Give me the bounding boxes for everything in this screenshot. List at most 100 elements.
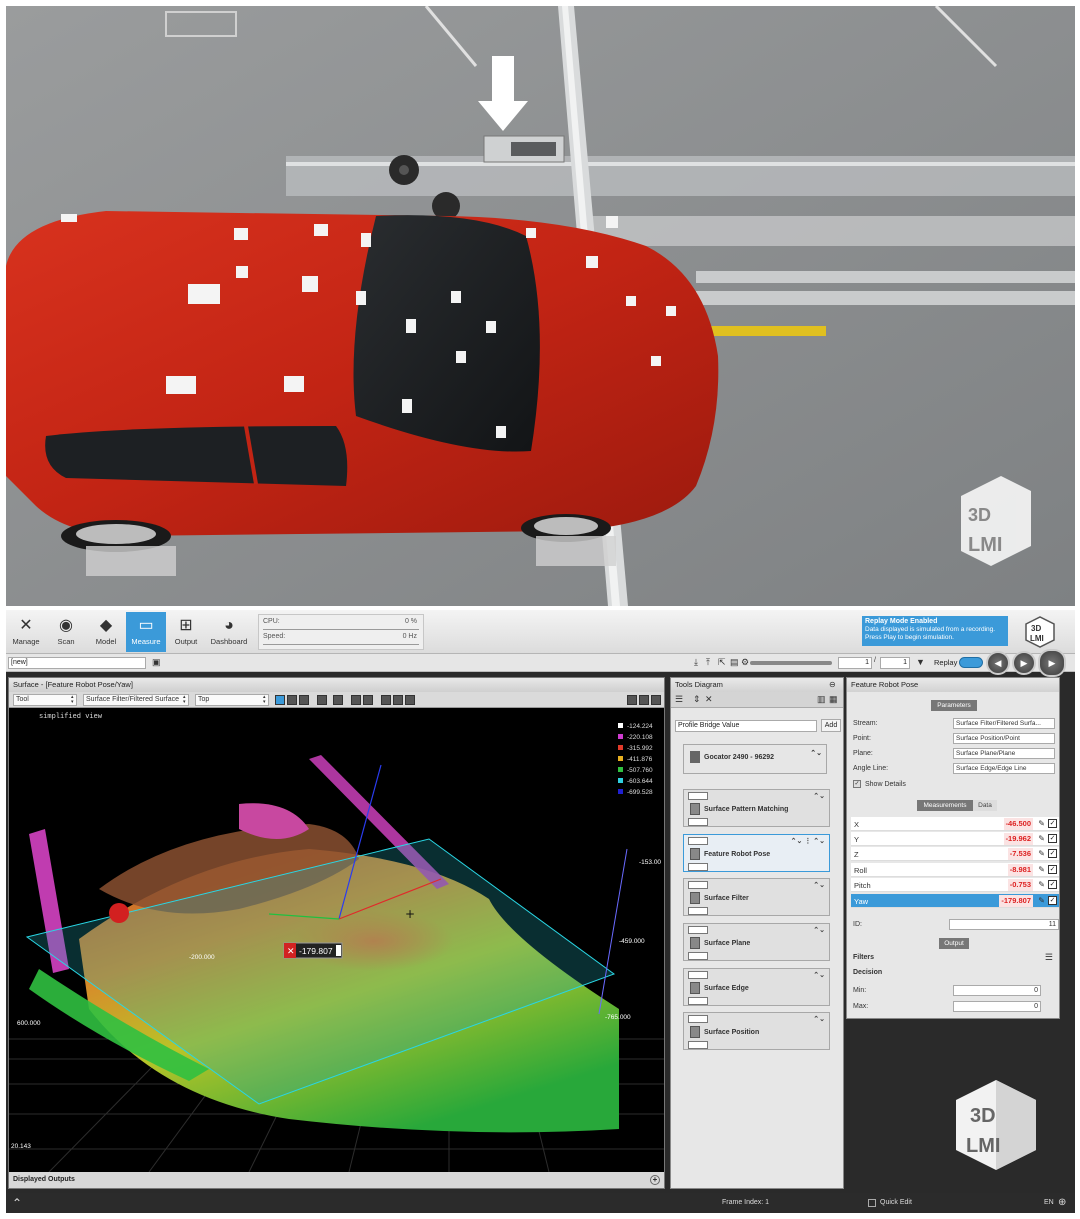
measurement-row-selected[interactable]: Yaw -179.807 ✎ ✓ [851, 894, 1059, 908]
view-dropdown[interactable]: Top [195, 694, 269, 706]
scan-icon: ◉ [59, 617, 73, 634]
filters-row: Filters ☰ [853, 952, 1053, 963]
export-icon[interactable]: ⇱ [718, 657, 726, 668]
min-field[interactable]: 0 [953, 985, 1041, 996]
quick-edit-checkbox[interactable] [868, 1199, 876, 1207]
collapse-all-icon[interactable]: ✕ [705, 694, 713, 705]
axis-label: -200.000 [189, 954, 215, 961]
add-tool-button[interactable]: Add [821, 719, 841, 732]
hand-icon[interactable] [381, 695, 391, 705]
nav-manage[interactable]: ✕ Manage [6, 612, 46, 652]
upload-icon[interactable]: ⤒ [706, 657, 710, 668]
nav-scan[interactable]: ◉ Scan [46, 612, 86, 652]
grid-icon[interactable] [351, 695, 361, 705]
add-output-button[interactable]: + [650, 1175, 660, 1185]
nav-dashboard[interactable]: ◕ Dashboard [206, 612, 252, 652]
expand-icon[interactable]: ⌃⌄ [813, 881, 825, 889]
snapshot-icon[interactable] [639, 695, 649, 705]
pin-icon[interactable]: ✎ [1038, 865, 1045, 874]
output-tab[interactable]: Output [939, 938, 969, 949]
pin-icon[interactable]: ✎ [1038, 834, 1045, 843]
pin-icon[interactable]: ✎ [1038, 849, 1045, 858]
reorder-icon[interactable]: ⌃⌄ ⋮ ⌃⌄ [791, 837, 825, 845]
rotate-icon[interactable] [363, 695, 373, 705]
nav-model[interactable]: ◆ Model [86, 612, 126, 652]
3d-view-icon[interactable] [333, 695, 343, 705]
fit-icon[interactable] [317, 695, 327, 705]
language-label[interactable]: EN [1044, 1199, 1054, 1206]
stream-dropdown[interactable]: Surface Filter/Filtered Surface [83, 694, 189, 706]
checkbox-icon[interactable]: ✓ [1048, 834, 1057, 843]
expand-icon[interactable]: ⌃⌄ [810, 749, 822, 757]
step-back-button[interactable]: ◀ [986, 651, 1010, 675]
expand-all-icon[interactable]: ⇕ [693, 694, 701, 705]
checkbox-icon[interactable]: ✓ [1048, 880, 1057, 889]
select-icon[interactable] [393, 695, 403, 705]
tool-node[interactable]: Surface Plane ⌃⌄ [683, 923, 830, 961]
checkbox-icon[interactable]: ✓ [1048, 849, 1057, 858]
measurements-tab[interactable]: Measurements [917, 800, 973, 811]
layout-icon[interactable]: ▥ [817, 694, 826, 705]
play-button[interactable]: ▶ [1038, 649, 1066, 677]
list-icon[interactable]: ☰ [675, 694, 683, 705]
link-icon[interactable] [627, 695, 637, 705]
trash-icon[interactable]: ▤ [730, 657, 739, 668]
measurement-row[interactable]: X -46.500 ✎ ✓ [851, 817, 1059, 831]
globe-icon[interactable]: ⊕ [1058, 1197, 1066, 1208]
download-icon[interactable]: ⤓ [694, 657, 698, 668]
pin-icon[interactable]: ✎ [1038, 819, 1045, 828]
angle-line-select[interactable]: Surface Edge/Edge Line [953, 763, 1055, 774]
expand-icon[interactable]: ⌃⌄ [813, 792, 825, 800]
expand-icon[interactable]: ⌃⌄ [813, 926, 825, 934]
measurement-row[interactable]: Y -19.962 ✎ ✓ [851, 832, 1059, 846]
data-tab[interactable]: Data [973, 800, 997, 811]
plane-select[interactable]: Surface Plane/Plane [953, 748, 1055, 759]
overlay-icon[interactable] [299, 695, 309, 705]
id-field[interactable]: 11 [949, 919, 1059, 930]
sensor-node[interactable]: Gocator 2490 - 96292 ⌃⌄ [683, 744, 827, 774]
grayscale-icon[interactable] [287, 695, 297, 705]
tool-node-selected[interactable]: Feature Robot Pose ⌃⌄ ⋮ ⌃⌄ [683, 834, 830, 872]
settings-icon[interactable]: ⚙ [741, 657, 749, 668]
expand-icon[interactable]: ⌃⌄ [813, 1015, 825, 1023]
zoom-icon[interactable] [405, 695, 415, 705]
checkbox-icon[interactable]: ✓ [1048, 896, 1057, 905]
collapse-icon[interactable]: ⊖ [829, 680, 836, 689]
tool-node[interactable]: Surface Filter ⌃⌄ [683, 878, 830, 916]
nav-output[interactable]: ⊞ Output [166, 612, 206, 652]
panel-icon[interactable]: ▦ [829, 694, 838, 705]
checkbox-icon[interactable]: ✓ [1048, 865, 1057, 874]
tool-node[interactable]: Surface Position ⌃⌄ [683, 1012, 830, 1050]
3d-canvas[interactable]: simplified view + -124.224 -220.108 -315… [9, 709, 664, 1173]
max-field[interactable]: 0 [953, 1001, 1041, 1012]
tool-select[interactable]: Profile Bridge Value [675, 720, 817, 732]
point-select[interactable]: Surface Position/Point [953, 733, 1055, 744]
tool-dropdown[interactable]: Tool [13, 694, 77, 706]
step-forward-button[interactable]: ▶ [1012, 651, 1036, 675]
parameters-tab[interactable]: Parameters [931, 700, 977, 711]
expand-icon[interactable]: ⌃⌄ [813, 971, 825, 979]
expand-icon[interactable] [651, 695, 661, 705]
pin-icon[interactable]: ✎ [1038, 896, 1045, 905]
frame-input[interactable]: 1 [838, 657, 872, 669]
nav-measure[interactable]: ▭ Measure [126, 612, 166, 652]
show-details[interactable]: ✓ Show Details [853, 779, 1059, 791]
replay-seek-bar[interactable] [750, 661, 832, 665]
tool-icon [690, 803, 700, 815]
chevron-up-icon[interactable]: ⌃ [12, 1196, 22, 1210]
checkbox-icon[interactable]: ✓ [853, 780, 861, 788]
replay-toggle[interactable] [959, 657, 983, 668]
measurement-row[interactable]: Z -7.536 ✎ ✓ [851, 847, 1059, 861]
checkbox-icon[interactable]: ✓ [1048, 819, 1057, 828]
list-icon[interactable]: ☰ [1045, 952, 1053, 963]
heightmap-icon[interactable] [275, 695, 285, 705]
tool-node[interactable]: Surface Pattern Matching ⌃⌄ [683, 789, 830, 827]
save-icon[interactable]: ▣ [152, 657, 161, 668]
tool-node[interactable]: Surface Edge ⌃⌄ [683, 968, 830, 1006]
stream-select[interactable]: Surface Filter/Filtered Surfa... [953, 718, 1055, 729]
measurement-row[interactable]: Roll -8.981 ✎ ✓ [851, 863, 1059, 877]
filter-icon[interactable]: ▼ [916, 657, 925, 667]
pin-icon[interactable]: ✎ [1038, 880, 1045, 889]
job-select[interactable]: [new] [8, 657, 146, 669]
measurement-row[interactable]: Pitch -0.753 ✎ ✓ [851, 878, 1059, 892]
